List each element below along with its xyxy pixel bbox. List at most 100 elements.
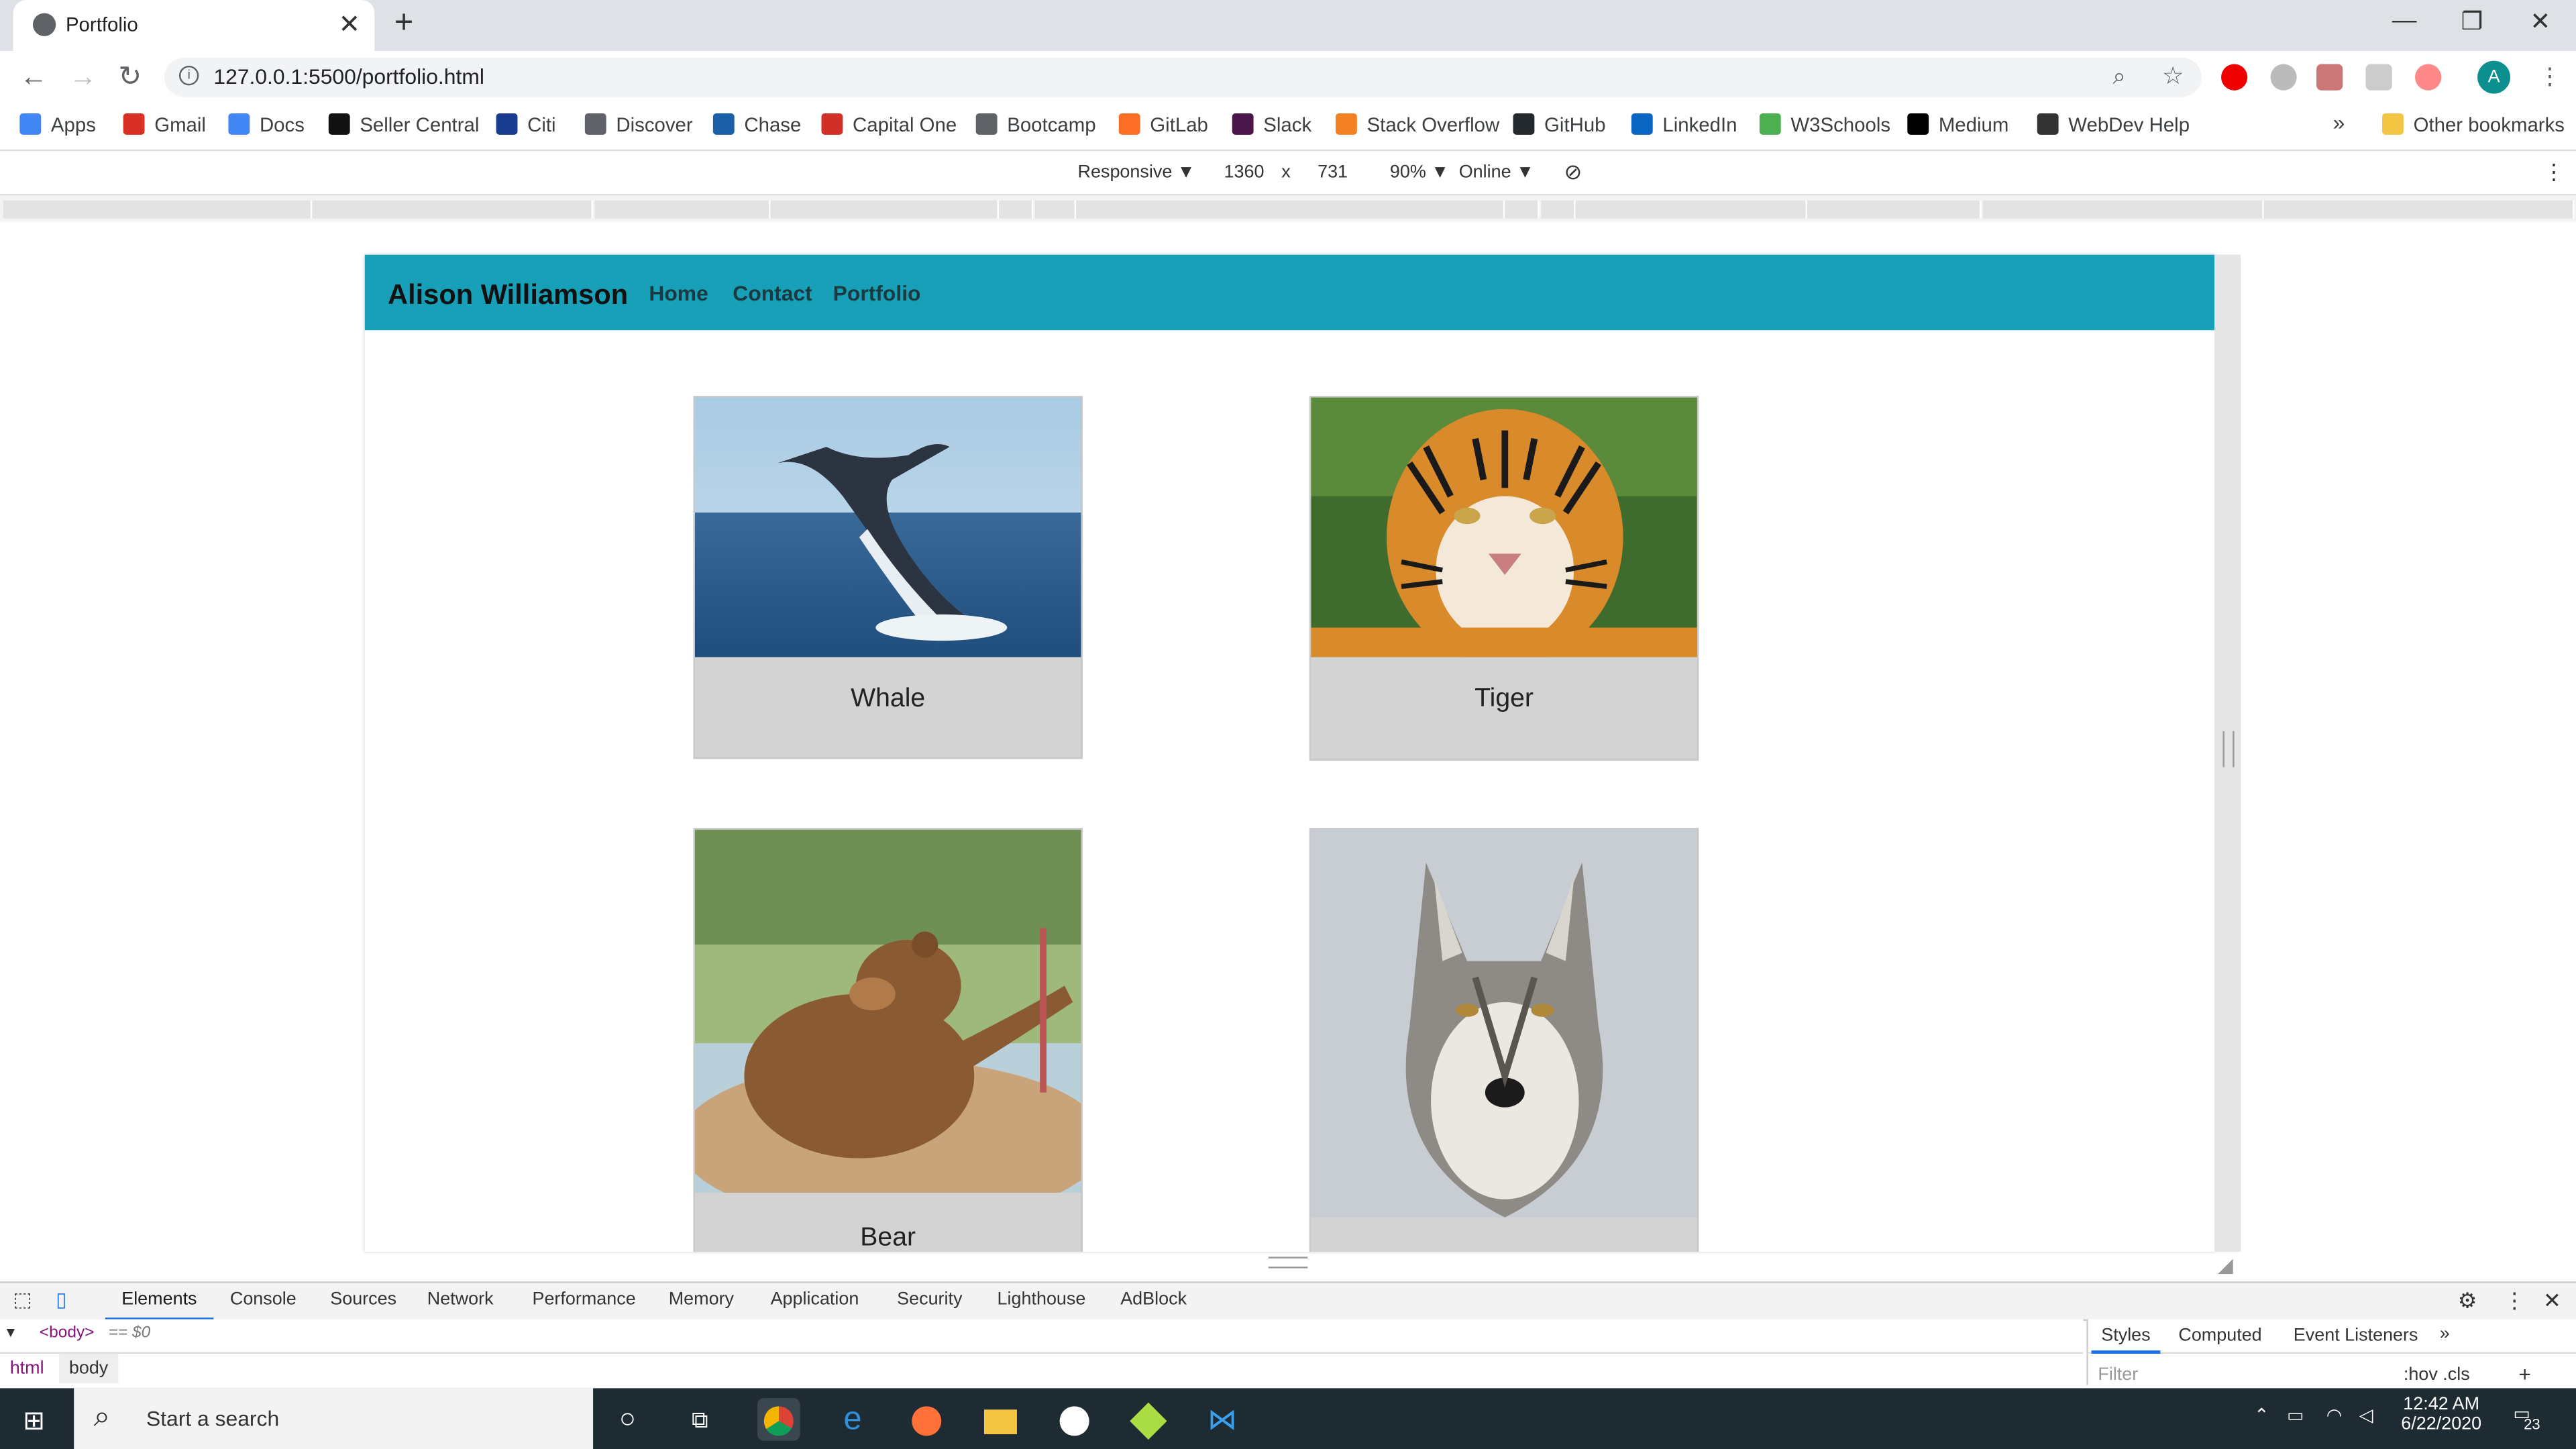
star-icon[interactable]: ☆ [2162,61,2184,91]
zoom-search-icon[interactable]: ⌕ [2112,62,2125,91]
minimize-icon[interactable]: — [2392,7,2417,35]
gitkraken-icon[interactable] [1127,1398,1170,1441]
chrome-icon[interactable] [757,1398,800,1441]
media-query-segment[interactable] [1982,200,2264,219]
inspect-element-icon[interactable]: ⬚ [13,1288,32,1311]
media-query-segment[interactable] [1575,200,1807,219]
bookmark-gitlab[interactable]: GitLab [1118,113,1208,136]
vscode-icon[interactable]: ⋈ [1201,1398,1244,1441]
firefox-icon[interactable] [905,1398,948,1441]
battery-icon[interactable]: ▭ [2287,1405,2304,1426]
reload-icon[interactable]: ↻ [118,61,142,94]
breadcrumb-body[interactable]: body [59,1353,118,1384]
extension-icon[interactable] [2270,64,2297,91]
media-query-segment[interactable] [3,200,313,219]
device-toggle-icon[interactable]: ▯ [56,1288,66,1311]
other-bookmarks[interactable]: Other bookmarks [2382,113,2565,136]
devtools-tab-network[interactable]: Network [427,1289,494,1309]
address-bar[interactable]: i 127.0.0.1:5500/portfolio.html ⌕ ☆ [164,57,2202,97]
hov-cls-toggle[interactable]: :hov .cls [2404,1365,2470,1385]
portfolio-card-whale[interactable]: Whale [693,396,1083,759]
breadcrumb-html[interactable]: html [10,1358,44,1378]
height-input[interactable]: 731 [1318,162,1348,182]
styles-filter-input[interactable]: Filter [2098,1365,2138,1385]
extension-icon[interactable] [2415,64,2442,91]
devtools-menu-icon[interactable]: ⋮ [2504,1288,2525,1314]
clock[interactable]: 12:42 AM 6/22/2020 [2392,1395,2491,1434]
volume-icon[interactable]: ◁ [2359,1405,2373,1426]
bookmark-chase[interactable]: Chase [712,113,801,136]
bookmark-seller-central[interactable]: Seller Central [328,113,479,136]
bookmark-capital-one[interactable]: Capital One [821,113,957,136]
width-input[interactable]: 1360 [1224,162,1265,182]
media-query-segment[interactable] [1541,200,1576,219]
devtools-settings-icon[interactable]: ⚙ [2458,1288,2477,1314]
portfolio-card-tiger[interactable]: Tiger [1309,396,1699,761]
taskbar-search[interactable]: ⌕ Start a search [74,1388,594,1449]
styles-more-icon[interactable]: » [2440,1324,2450,1344]
devtools-close-icon[interactable]: ✕ [2543,1288,2561,1314]
tab-computed[interactable]: Computed [2178,1326,2261,1345]
device-select[interactable]: Responsive ▼ [1078,162,1195,182]
close-tab-icon[interactable]: ✕ [338,8,360,41]
media-query-segment[interactable] [2263,200,2575,219]
rotate-icon[interactable]: ⊘ [1564,160,1582,186]
action-center-icon[interactable]: ▭23 [2510,1403,2550,1433]
bookmarks-overflow-icon[interactable]: » [2333,110,2345,135]
bookmark-discover[interactable]: Discover [584,113,693,136]
media-query-segment[interactable] [312,200,594,219]
browser-tab[interactable]: Portfolio ✕ [13,0,375,51]
adblock-extension-icon[interactable] [2221,64,2248,91]
devtools-tab-adblock[interactable]: AdBlock [1120,1289,1187,1309]
portfolio-card-wolf[interactable] [1309,828,1699,1252]
bookmark-docs[interactable]: Docs [228,113,305,136]
pdf-extension-icon[interactable] [2316,64,2343,91]
media-query-segment[interactable] [1034,200,1077,219]
media-query-bar[interactable] [0,195,2576,222]
window-close-icon[interactable]: ✕ [2530,7,2551,36]
nav-home[interactable]: Home [649,281,708,306]
corner-resize-icon[interactable]: ◢ [2218,1254,2233,1277]
media-query-segment[interactable] [1505,200,1540,219]
bookmark-linkedin[interactable]: LinkedIn [1631,113,1737,136]
back-icon[interactable]: ← [19,61,48,94]
url-text[interactable]: 127.0.0.1:5500/portfolio.html [213,64,484,89]
menu-kebab-icon[interactable]: ⋮ [2538,62,2561,91]
devtools-tab-lighthouse[interactable]: Lighthouse [998,1289,1086,1309]
devtools-tab-elements[interactable]: Elements [121,1289,197,1309]
device-menu-icon[interactable]: ⋮ [2543,160,2565,186]
extension-icon[interactable] [2365,64,2392,91]
bookmark-slack[interactable]: Slack [1232,113,1311,136]
bookmark-webdev-help[interactable]: WebDev Help [2037,113,2190,136]
devtools-tab-security[interactable]: Security [897,1289,962,1309]
tab-event-listeners[interactable]: Event Listeners [2294,1326,2418,1345]
media-query-segment[interactable] [1807,200,1982,219]
media-query-segment[interactable] [770,200,999,219]
info-icon[interactable]: i [178,65,199,86]
bookmark-stack-overflow[interactable]: Stack Overflow [1336,113,1499,136]
windows-start-icon[interactable]: ⊞ [23,1405,45,1438]
edge-icon[interactable]: e [831,1398,874,1441]
bookmark-apps[interactable]: Apps [19,113,96,136]
devtools-tab-sources[interactable]: Sources [330,1289,396,1309]
throttle-select[interactable]: Online ▼ [1459,162,1534,182]
add-style-rule-icon[interactable]: + [2518,1362,2531,1387]
tab-styles[interactable]: Styles [2101,1326,2150,1345]
bookmark-bootcamp[interactable]: Bootcamp [975,113,1096,136]
wifi-icon[interactable]: ◠ [2326,1405,2343,1426]
bookmark-medium[interactable]: Medium [1907,113,2008,136]
devtools-tab-console[interactable]: Console [230,1289,297,1309]
media-query-segment[interactable] [594,200,771,219]
width-resize-handle[interactable] [2222,731,2235,767]
bookmark-citi[interactable]: Citi [496,113,556,136]
new-tab-icon[interactable]: + [394,5,414,42]
height-resize-handle[interactable] [1268,1256,1308,1269]
tray-chevron-icon[interactable]: ⌃ [2254,1405,2269,1426]
devtools-tab-performance[interactable]: Performance [532,1289,635,1309]
forward-icon[interactable]: → [69,61,97,94]
site-brand[interactable]: Alison Williamson [388,279,628,312]
devtools-tab-memory[interactable]: Memory [669,1289,734,1309]
bookmark-gmail[interactable]: Gmail [123,113,206,136]
task-view-icon[interactable]: ⧉ [678,1398,721,1441]
file-explorer-icon[interactable] [979,1398,1022,1441]
